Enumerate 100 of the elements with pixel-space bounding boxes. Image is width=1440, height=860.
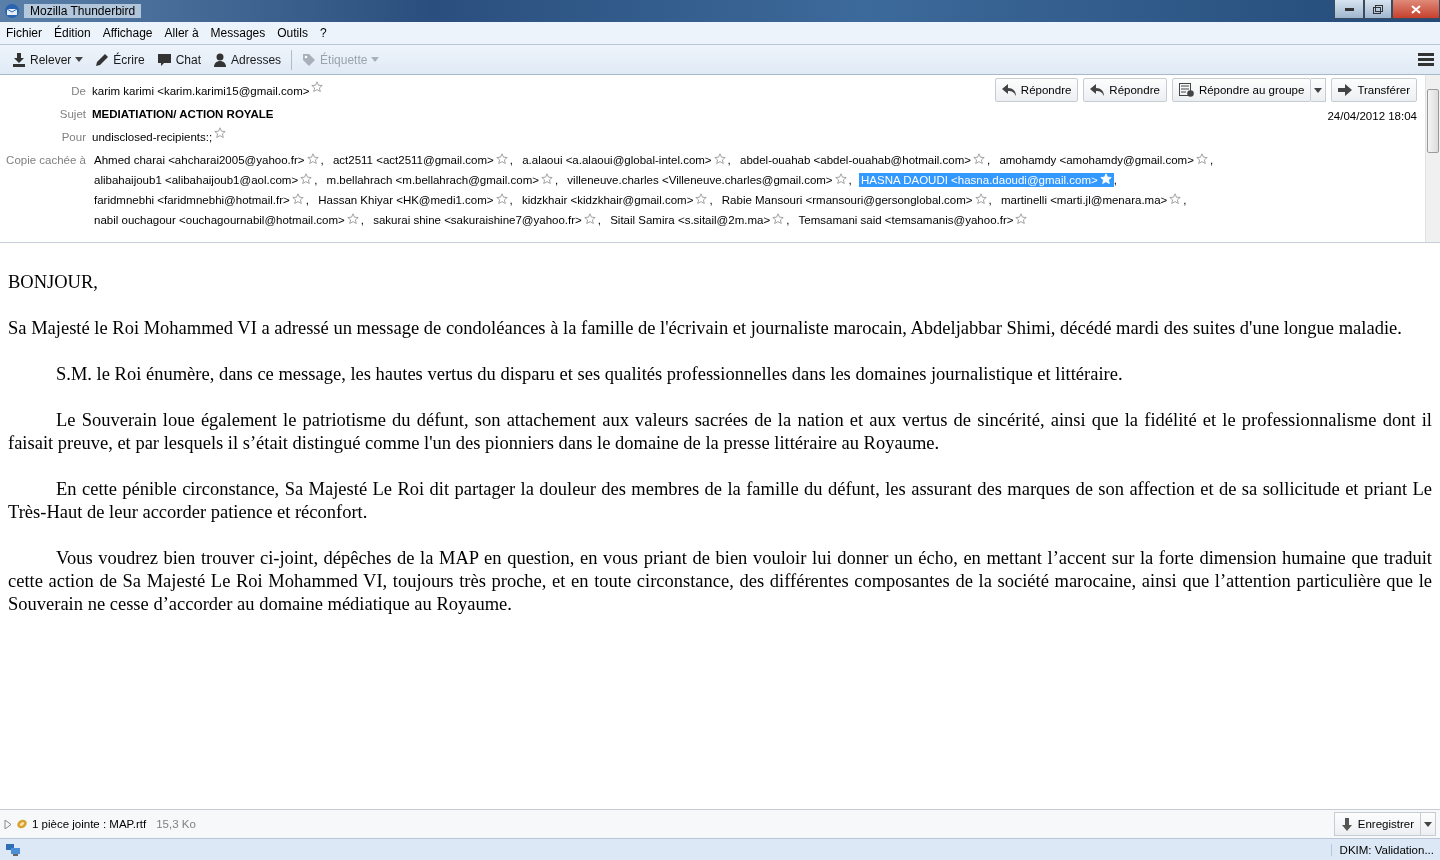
menu-item[interactable]: Affichage	[102, 26, 153, 40]
window-title: Mozilla Thunderbird	[24, 4, 142, 18]
star-icon[interactable]	[1169, 193, 1182, 205]
header-action-button[interactable]: Transférer	[1331, 78, 1417, 102]
paperclip-icon	[16, 818, 28, 830]
pencil-icon	[95, 52, 110, 67]
header-action-button[interactable]: Répondre	[994, 78, 1079, 102]
toolbar-button[interactable]: Chat	[150, 47, 208, 72]
separator-comma: ,	[554, 174, 559, 186]
field-label: Copie cachée à	[5, 153, 86, 168]
forward-arrow-icon	[1338, 84, 1353, 96]
star-icon[interactable]	[973, 153, 985, 165]
app-logo-icon	[4, 3, 20, 19]
star-icon[interactable]	[695, 193, 708, 205]
star-icon[interactable]	[1195, 153, 1208, 165]
star-icon[interactable]	[974, 193, 987, 205]
recipient[interactable]: nabil ouchagour <ouchagournabil@hotmail.com>	[92, 213, 361, 227]
recipient[interactable]: alibahaijoub1 <alibahaijoub1@aol.com>	[92, 173, 315, 187]
status-text: DKIM: Validation...	[1330, 843, 1434, 856]
toolbar-button[interactable]: Écrire	[89, 47, 151, 72]
recipient[interactable]: faridmnebhi <faridmnebhi@hotmail.fr>	[92, 193, 306, 207]
menu-item[interactable]: ?	[319, 26, 327, 40]
star-icon[interactable]	[834, 173, 847, 185]
restore-icon	[1373, 4, 1383, 14]
body-paragraph: En cette pénible circonstance, Sa Majesté Le Roi dit partager la douleur des membres de la famille du défunt, les assurant des marques de son affection et de sa sollicitude et priant Le Très-Haut de leur accorder patience et réconfort.	[8, 478, 1432, 524]
separator-comma: ,	[509, 154, 513, 166]
recipient[interactable]: martinelli <marti.jl@menara.ma>	[998, 193, 1184, 207]
recipient[interactable]: Temsamani said <temsamanis@yahoo.fr>	[796, 213, 1030, 227]
star-icon[interactable]	[540, 173, 553, 185]
menu-item[interactable]: Messages	[210, 26, 266, 40]
caret-icon	[1424, 821, 1432, 827]
star-icon[interactable]	[306, 153, 319, 165]
recipient[interactable]: Hassan Khiyar <HK@medi1.com>	[316, 193, 510, 207]
recipient[interactable]: act2511 <act2511@gmail.com>	[330, 153, 510, 167]
star-icon[interactable]	[772, 213, 785, 225]
minimize-button[interactable]	[1334, 0, 1364, 19]
caret-icon	[1314, 87, 1323, 93]
recipient[interactable]: Ahmed charai <ahcharai2005@yahoo.fr>	[92, 153, 321, 167]
header-action-button[interactable]: Répondre au groupe	[1171, 78, 1312, 102]
person-icon	[213, 52, 228, 67]
header-action-button[interactable]: Répondre	[1083, 78, 1167, 102]
menu-item[interactable]: Aller à	[164, 26, 199, 40]
recipient[interactable]: m.bellahrach <m.bellahrach@gmail.com>	[324, 173, 555, 187]
close-button[interactable]	[1392, 0, 1440, 19]
attachment-size: 15,3 Ko	[156, 818, 196, 830]
network-icon	[6, 843, 20, 856]
menu-item[interactable]: Fichier	[6, 26, 42, 40]
recipient[interactable]: undisclosed-recipients:;	[92, 127, 213, 147]
menu-item[interactable]: Édition	[54, 26, 91, 40]
separator-comma: ,	[314, 174, 318, 186]
download-arrow-icon	[1340, 817, 1353, 831]
recipient[interactable]: abdel-ouahab <abdel-ouahab@hotmail.com>	[738, 153, 987, 167]
dropdown-button[interactable]	[1421, 812, 1436, 836]
star-icon[interactable]	[495, 193, 508, 205]
menu-icon[interactable]	[1418, 53, 1434, 66]
separator-comma: ,	[320, 154, 324, 166]
recipient[interactable]: sakurai shine <sakuraishine7@yahoo.fr>	[371, 213, 598, 227]
recipient[interactable]: villeneuve.charles <Villeneuve.charles@gmail.com>	[565, 173, 849, 187]
separator-comma: ,	[1113, 174, 1117, 186]
scrollbar[interactable]	[1425, 75, 1440, 242]
recipient[interactable]: kidzkhair <kidzkhair@gmail.com>	[519, 193, 710, 207]
star-icon[interactable]	[214, 127, 227, 139]
star-icon[interactable]	[291, 193, 304, 205]
attachment-summary[interactable]: 1 pièce jointe : MAP.rtf	[32, 818, 147, 830]
body-paragraph: BONJOUR,	[8, 271, 99, 294]
save-button[interactable]: Enregistrer	[1333, 812, 1421, 836]
scrollbar-thumb[interactable]	[1427, 89, 1439, 153]
dropdown-button[interactable]	[1311, 78, 1327, 102]
separator-comma: ,	[848, 174, 852, 186]
separator-comma: ,	[1183, 194, 1187, 206]
star-icon[interactable]	[1015, 213, 1028, 225]
expand-triangle-icon[interactable]	[4, 819, 12, 829]
star-icon[interactable]	[300, 173, 313, 185]
separator-comma: ,	[727, 154, 731, 166]
sender[interactable]: karim karimi <karim.karimi15@gmail.com>	[92, 81, 310, 101]
body-paragraph: Sa Majesté le Roi Mohammed VI a adressé un message de condoléances à la famille de l'écrivain et journaliste marocain, Abdeljabbar Shimi, décédé mardi des suites d'une longue maladie.	[8, 317, 1403, 340]
toolbar-button[interactable]: Adresses	[207, 47, 288, 72]
field-label: Sujet	[58, 107, 86, 122]
recipient[interactable]: amohamdy <amohamdy@gmail.com>	[997, 153, 1210, 167]
field-label: De	[70, 84, 86, 99]
list-icon	[1178, 83, 1194, 97]
star-icon[interactable]	[495, 153, 508, 165]
toolbar-button[interactable]: Relever	[6, 47, 90, 72]
chat-icon	[156, 52, 172, 67]
recipient[interactable]: Sitail Samira <s.sitail@2m.ma>	[608, 213, 787, 227]
star-icon[interactable]	[311, 81, 324, 93]
separator-comma: ,	[786, 214, 790, 226]
recipient[interactable]: a.alaoui <a.alaoui@global-intel.com>	[520, 153, 728, 167]
separator-comma: ,	[1209, 154, 1214, 166]
separator-comma: ,	[509, 194, 513, 206]
separator-comma: ,	[597, 214, 601, 226]
star-icon[interactable]	[583, 213, 596, 225]
separator-comma: ,	[360, 214, 364, 226]
maximize-button[interactable]	[1364, 0, 1392, 19]
body-paragraph: S.M. le Roi énumère, dans ce message, les hautes vertus du disparu et ses qualités professionnelles dans les domaines journalistique et littéraire.	[55, 363, 1124, 386]
star-icon[interactable]	[713, 153, 726, 165]
menu-item[interactable]: Outils	[277, 26, 308, 40]
star-icon[interactable]	[346, 213, 359, 225]
body-paragraph: Vous voudrez bien trouver ci-joint, dépêches de la MAP en question, en vous priant de bien vouloir lui donner un écho, en mettant l’accent sur la forte dimension humaine que traduit cette action de Sa Majesté Le Roi Mohammed VI, toujours très proche, et en toute circonstance, des différentes composantes de la société marocaine, ainsi que l’attention particulière que le Souverain ne cesse d’accorder au domaine médiatique au Royaume.	[8, 547, 1432, 616]
recipient[interactable]: Rabie Mansouri <rmansouri@gersonglobal.com>	[719, 193, 989, 207]
